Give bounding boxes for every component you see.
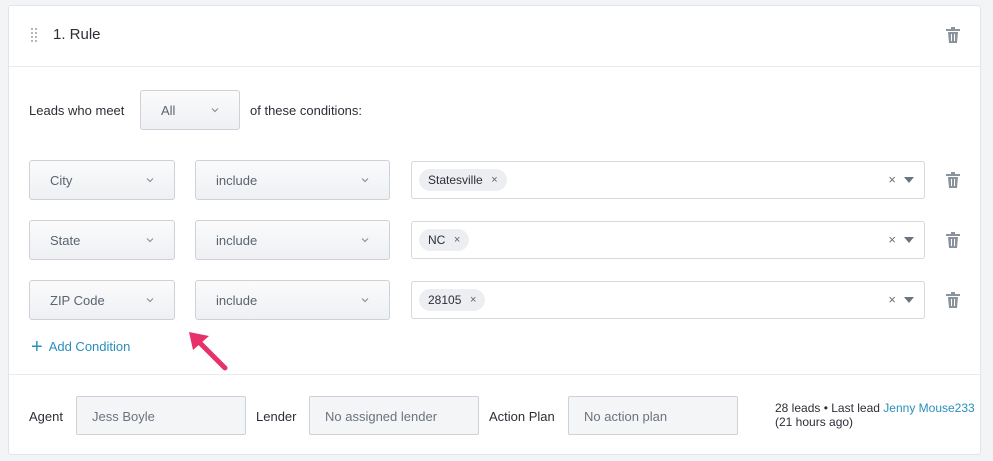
- rule-card: 1. Rule Leads who meet All of these cond…: [8, 5, 981, 455]
- rule-title: 1. Rule: [53, 26, 101, 43]
- remove-tag-icon[interactable]: ×: [470, 289, 476, 311]
- chevron-down-icon: [146, 238, 154, 243]
- footer-divider: [9, 374, 980, 375]
- condition-value-input[interactable]: Statesville × ×: [411, 161, 925, 199]
- plus-icon: +: [31, 335, 43, 358]
- trash-icon[interactable]: [946, 232, 960, 248]
- lender-field[interactable]: No assigned lender: [309, 396, 479, 435]
- condition-operator-select[interactable]: include: [195, 220, 390, 260]
- trash-icon[interactable]: [946, 292, 960, 308]
- remove-tag-icon[interactable]: ×: [454, 229, 460, 251]
- action-plan-label: Action Plan: [489, 409, 555, 424]
- agent-value: Jess Boyle: [92, 409, 155, 424]
- last-lead-link[interactable]: Jenny Mouse233: [883, 401, 974, 415]
- clear-icon[interactable]: ×: [888, 232, 896, 247]
- condition-value-input[interactable]: NC × ×: [411, 221, 925, 259]
- condition-field-select[interactable]: City: [29, 160, 175, 200]
- match-prefix: Leads who meet: [29, 103, 125, 118]
- agent-label: Agent: [29, 409, 63, 424]
- dropdown-caret-icon[interactable]: [904, 297, 914, 303]
- action-plan-value: No action plan: [584, 409, 668, 424]
- value-tag: Statesville ×: [419, 169, 507, 191]
- clear-icon[interactable]: ×: [888, 292, 896, 307]
- condition-operator-value: include: [216, 173, 258, 188]
- chevron-down-icon: [361, 298, 369, 303]
- chevron-down-icon: [146, 178, 154, 183]
- condition-value-input[interactable]: 28105 × ×: [411, 281, 925, 319]
- lead-summary: 28 leads • Last lead Jenny Mouse233 (21 …: [775, 401, 975, 429]
- drag-handle-icon[interactable]: [31, 28, 39, 44]
- condition-operator-select[interactable]: include: [195, 280, 390, 320]
- chevron-down-icon: [146, 298, 154, 303]
- trash-icon[interactable]: [946, 27, 960, 43]
- lender-value: No assigned lender: [325, 409, 438, 424]
- lead-summary-text: 28 leads • Last lead: [775, 401, 880, 415]
- match-suffix: of these conditions:: [250, 103, 363, 118]
- condition-field-select[interactable]: ZIP Code: [29, 280, 175, 320]
- value-tag: NC ×: [419, 229, 470, 251]
- value-tag-label: NC: [428, 233, 446, 247]
- last-lead-time: (21 hours ago): [775, 415, 854, 429]
- condition-field-select[interactable]: State: [29, 220, 175, 260]
- chevron-down-icon: [361, 178, 369, 183]
- rule-header: 1. Rule: [9, 6, 980, 67]
- condition-field-value: State: [50, 233, 81, 248]
- annotation-arrow-icon: [189, 332, 228, 371]
- condition-operator-select[interactable]: include: [195, 160, 390, 200]
- agent-field[interactable]: Jess Boyle: [76, 396, 246, 435]
- value-tag-label: Statesville: [428, 173, 483, 187]
- match-mode-value: All: [161, 103, 176, 118]
- chevron-down-icon: [211, 108, 219, 113]
- condition-field-value: City: [50, 173, 73, 188]
- action-plan-field[interactable]: No action plan: [568, 396, 738, 435]
- value-tag: 28105 ×: [419, 289, 486, 311]
- clear-icon[interactable]: ×: [888, 172, 896, 187]
- remove-tag-icon[interactable]: ×: [491, 169, 497, 191]
- dropdown-caret-icon[interactable]: [904, 177, 914, 183]
- dropdown-caret-icon[interactable]: [904, 237, 914, 243]
- condition-field-value: ZIP Code: [50, 293, 105, 308]
- chevron-down-icon: [361, 238, 369, 243]
- condition-operator-value: include: [216, 233, 258, 248]
- lender-label: Lender: [256, 409, 297, 424]
- condition-operator-value: include: [216, 293, 258, 308]
- trash-icon[interactable]: [946, 172, 960, 188]
- match-mode-select[interactable]: All: [140, 90, 240, 130]
- value-tag-label: 28105: [428, 293, 462, 307]
- add-condition-button[interactable]: + Add Condition: [31, 335, 131, 358]
- add-condition-label: Add Condition: [48, 339, 131, 354]
